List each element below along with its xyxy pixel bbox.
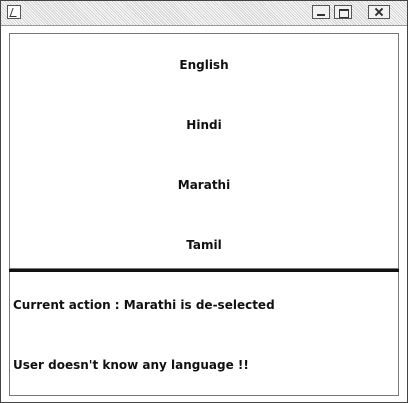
language-item-english[interactable]: English (10, 58, 398, 72)
maximize-icon[interactable] (334, 5, 352, 19)
language-item-tamil[interactable]: Tamil (10, 238, 398, 252)
language-message-label: User doesn't know any language !! (13, 358, 249, 372)
language-item-marathi[interactable]: Marathi (10, 178, 398, 192)
close-icon[interactable] (368, 5, 390, 19)
current-action-label: Current action : Marathi is de-selected (13, 298, 275, 312)
status-panel: Current action : Marathi is de-selected … (9, 272, 399, 396)
language-item-hindi[interactable]: Hindi (10, 118, 398, 132)
title-bar[interactable] (1, 1, 407, 26)
minimize-icon[interactable] (312, 5, 330, 19)
app-icon[interactable] (7, 5, 21, 19)
language-list: English Hindi Marathi Tamil (9, 33, 399, 269)
app-window: English Hindi Marathi Tamil Current acti… (0, 0, 408, 403)
